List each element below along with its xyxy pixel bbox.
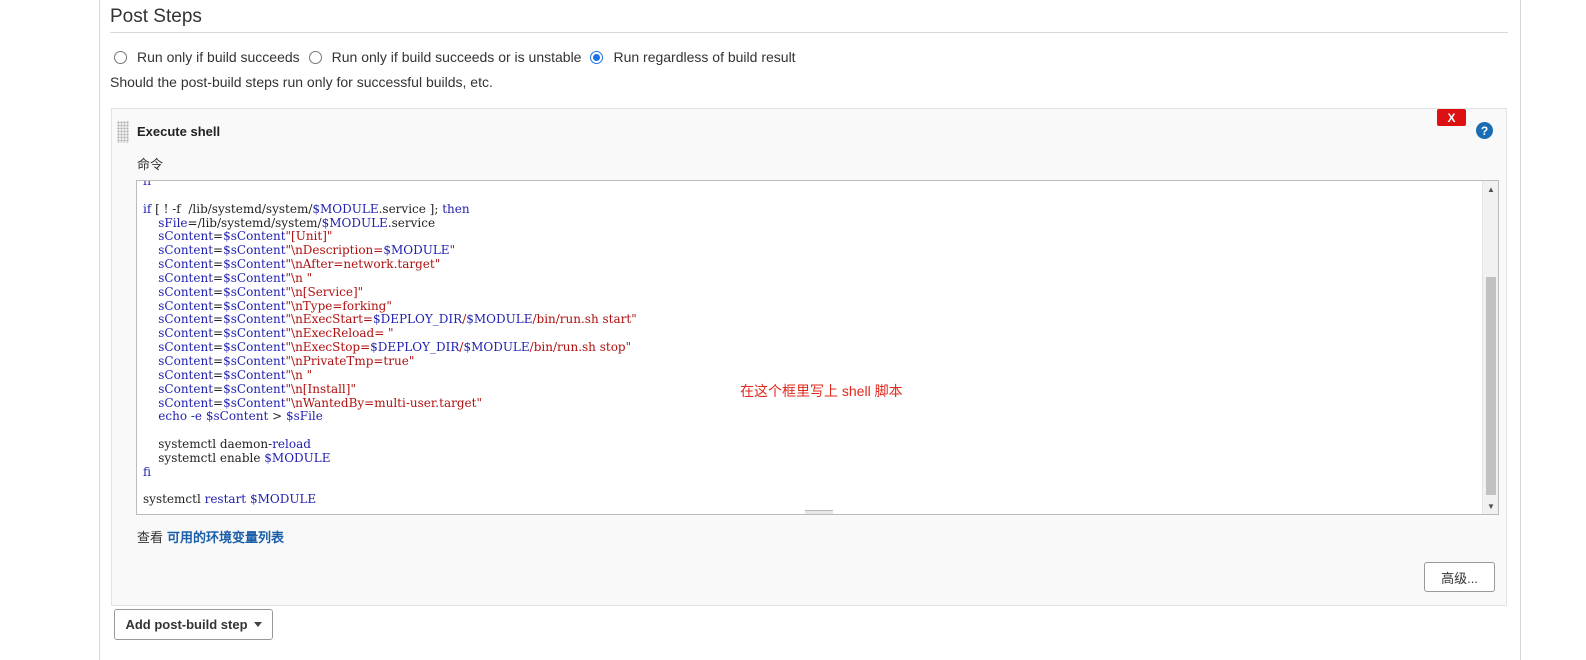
radio-label-run-if-succeeds[interactable]: Run only if build succeeds [137,49,300,65]
code-line: systemctl daemon-reload [143,437,311,452]
section-divider [110,32,1508,33]
env-vars-row: 查看 可用的环境变量列表 [137,527,284,546]
delete-step-button[interactable]: X [1437,109,1466,126]
textarea-scrollbar[interactable]: ▲ ▼ [1482,181,1498,514]
code-line: sContent=$sContent"\nExecStart=$DEPLOY_D… [158,312,637,327]
code-line: sContent=$sContent"\nType=forking" [158,298,392,313]
code-line: sContent=$sContent"\nDescription=$MODULE… [158,243,456,258]
code-line: fi [143,464,152,479]
radio-run-if-succeeds-or-unstable[interactable] [308,50,322,64]
annotation-note: 在这个框里写上 shell 脚本 [740,383,903,399]
code-line: fi [143,180,152,188]
section-title: Post Steps [110,6,202,27]
post-steps-help-text: Should the post-build steps run only for… [110,74,493,90]
code-line: sContent=$sContent"\nExecStop=$DEPLOY_DI… [158,340,632,355]
command-textarea[interactable]: fi if [ ! -f /lib/systemd/system/$MODULE… [136,180,1499,515]
command-code[interactable]: fi if [ ! -f /lib/systemd/system/$MODULE… [143,180,1473,507]
radio-run-regardless[interactable] [590,50,604,64]
code-line: systemctl enable $MODULE [143,450,331,465]
code-line: echo -e $sContent > $sFile [158,409,323,424]
code-line: sContent=$sContent"\nPrivateTmp=true" [158,353,415,368]
command-label: 命令 [137,157,164,172]
scroll-thumb[interactable] [1486,277,1496,495]
code-line: sContent=$sContent"\nExecReload= " [158,326,394,341]
code-line: systemctl restart $MODULE [143,492,317,507]
step-title: Execute shell [137,124,221,139]
scroll-up-arrow-icon[interactable]: ▲ [1483,181,1498,197]
radio-label-run-regardless[interactable]: Run regardless of build result [613,49,795,65]
add-post-build-step-label: Add post-build step [125,617,248,632]
drag-handle[interactable] [117,121,129,143]
code-line: sContent=$sContent"[Unit]" [158,229,333,244]
radio-run-if-succeeds[interactable] [114,50,127,64]
textarea-resize-handle[interactable] [805,510,833,514]
code-line: if [ ! -f /lib/systemd/system/$MODULE.se… [143,201,470,216]
radio-label-run-if-succeeds-or-unstable[interactable]: Run only if build succeeds or is unstabl… [332,49,582,65]
code-line: sContent=$sContent"\nAfter=network.targe… [158,257,441,272]
chevron-down-icon [253,622,262,627]
build-result-radio-group: Run only if build succeeds Run only if b… [114,47,805,67]
env-vars-prefix: 查看 [137,530,164,545]
advanced-button[interactable]: 高级... [1424,562,1495,592]
code-line: sFile=/lib/systemd/system/$MODULE.servic… [158,215,436,230]
code-line: sContent=$sContent"\n " [158,270,313,285]
add-post-build-step-button[interactable]: Add post-build step [114,609,273,640]
env-vars-link[interactable]: 可用的环境变量列表 [167,530,284,545]
help-icon[interactable]: ? [1476,122,1493,139]
scroll-down-arrow-icon[interactable]: ▼ [1483,498,1498,514]
code-line: sContent=$sContent"\n[Service]" [158,284,364,299]
